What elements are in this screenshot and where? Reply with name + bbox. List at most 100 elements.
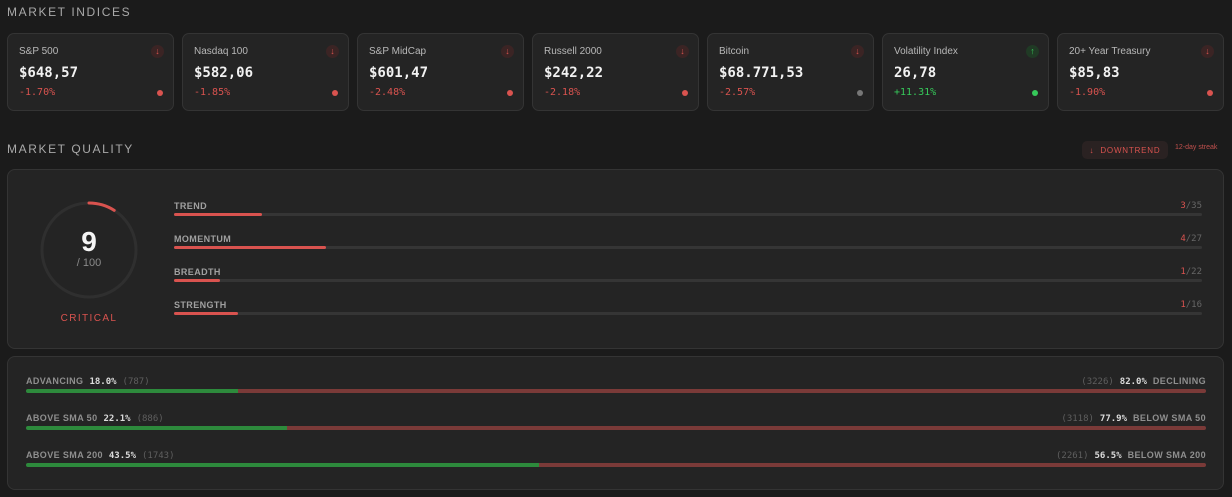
index-price: 26,78	[894, 65, 937, 81]
breadth-right-label: BELOW SMA 50	[1133, 413, 1206, 423]
index-change: -2.48%	[369, 87, 406, 98]
index-card[interactable]: Bitcoin ↓ $68.771,53 -2.57%	[707, 33, 874, 111]
breadth-left-label: ADVANCING	[26, 376, 84, 386]
metric-row: TREND 3/35	[174, 201, 1202, 221]
index-change: -2.57%	[719, 87, 756, 98]
index-change: -1.85%	[194, 87, 231, 98]
arrow-down-icon: ↓	[676, 45, 689, 58]
breadth-bar-positive	[26, 426, 287, 430]
breadth-right-label: BELOW SMA 200	[1127, 450, 1206, 460]
metric-row: STRENGTH 1/16	[174, 300, 1202, 320]
market-quality-title: MARKET QUALITY	[7, 142, 134, 156]
index-price: $68.771,53	[719, 65, 804, 81]
metric-max: /22	[1185, 267, 1202, 277]
index-name: Bitcoin	[719, 46, 750, 57]
index-price: $582,06	[194, 65, 254, 81]
metric-track	[174, 312, 1202, 315]
streak-label: 12-day streak	[1175, 144, 1218, 151]
metric-value: 4/27	[1180, 234, 1202, 244]
index-card[interactable]: Nasdaq 100 ↓ $582,06 -1.85%	[182, 33, 349, 111]
status-dot	[507, 90, 513, 96]
breadth-panel: ADVANCING 18.0% (787) (3226) 82.0% DECLINING A…	[7, 356, 1224, 490]
index-name: Nasdaq 100	[194, 46, 248, 57]
metric-max: /27	[1185, 234, 1202, 244]
market-indices-title: MARKET INDICES	[7, 5, 132, 19]
status-dot	[157, 90, 163, 96]
metric-track	[174, 279, 1202, 282]
trend-badge-label: DOWNTREND	[1100, 145, 1161, 155]
index-name: S&P 500	[19, 46, 59, 57]
breadth-right: (3226) 82.0% DECLINING	[1081, 376, 1206, 387]
index-name: 20+ Year Treasury	[1069, 46, 1151, 57]
metric-label: MOMENTUM	[174, 234, 232, 244]
breadth-right: (2261) 56.5% BELOW SMA 200	[1056, 450, 1206, 461]
index-price: $242,22	[544, 65, 604, 81]
breadth-bar-positive	[26, 389, 239, 393]
breadth-bar	[26, 426, 1206, 430]
breadth-left: ABOVE SMA 50 22.1% (886)	[26, 413, 164, 424]
breadth-left-count: (787)	[122, 377, 150, 387]
arrow-down-icon: ↓	[501, 45, 514, 58]
breadth-left-count: (886)	[136, 414, 164, 424]
index-change: -2.18%	[544, 87, 581, 98]
index-change: -1.90%	[1069, 87, 1106, 98]
status-dot	[857, 90, 863, 96]
arrow-down-icon: ↓	[1089, 145, 1095, 155]
index-name: S&P MidCap	[369, 46, 427, 57]
metric-track	[174, 213, 1202, 216]
metric-max: /16	[1185, 300, 1202, 310]
breadth-bar-positive	[26, 463, 540, 467]
breadth-right-count: (2261)	[1056, 451, 1089, 461]
index-card[interactable]: S&P 500 ↓ $648,57 -1.70%	[7, 33, 174, 111]
breadth-bar	[26, 389, 1206, 393]
breadth-row: ABOVE SMA 50 22.1% (886) (3118) 77.9% BELOW S…	[26, 413, 1206, 433]
index-card[interactable]: 20+ Year Treasury ↓ $85,83 -1.90%	[1057, 33, 1224, 111]
status-dot	[332, 90, 338, 96]
index-cards: S&P 500 ↓ $648,57 -1.70% Nasdaq 100 ↓ $582,06 -…	[7, 33, 1225, 111]
breadth-left-pct: 43.5%	[108, 451, 136, 461]
index-name: Russell 2000	[544, 46, 602, 57]
metric-fill	[174, 312, 239, 315]
breadth-right: (3118) 77.9% BELOW SMA 50	[1061, 413, 1206, 424]
breadth-left-label: ABOVE SMA 200	[26, 450, 103, 460]
breadth-right-count: (3118)	[1061, 414, 1094, 424]
score-value: 9	[81, 226, 97, 257]
index-change: -1.70%	[19, 87, 56, 98]
metric-label: BREADTH	[174, 267, 221, 277]
metric-value: 3/35	[1180, 201, 1202, 211]
index-card[interactable]: S&P MidCap ↓ $601,47 -2.48%	[357, 33, 524, 111]
quality-panel: 9 / 100 CRITICAL TREND 3/35 MOMENTUM 4/27 BR…	[7, 169, 1224, 349]
breadth-row: ABOVE SMA 200 43.5% (1743) (2261) 56.5% BELOW…	[26, 450, 1206, 470]
breadth-row: ADVANCING 18.0% (787) (3226) 82.0% DECLINING	[26, 376, 1206, 396]
breadth-left-count: (1743)	[141, 451, 175, 461]
metric-track	[174, 246, 1202, 249]
breadth-bar-negative	[539, 463, 1206, 467]
trend-badge: ↓ DOWNTREND	[1082, 141, 1168, 159]
metric-max: /35	[1185, 201, 1202, 211]
arrow-down-icon: ↓	[326, 45, 339, 58]
index-card[interactable]: Russell 2000 ↓ $242,22 -2.18%	[532, 33, 699, 111]
metric-value: 1/22	[1180, 267, 1202, 277]
arrow-down-icon: ↓	[151, 45, 164, 58]
index-change: +11.31%	[894, 87, 937, 98]
breadth-bar-negative	[238, 389, 1206, 393]
index-price: $601,47	[369, 65, 429, 81]
breadth-bar	[26, 463, 1206, 467]
metric-fill	[174, 213, 263, 216]
index-name: Volatility Index	[894, 46, 958, 57]
breadth-right-count: (3226)	[1081, 377, 1114, 387]
status-dot	[1032, 90, 1038, 96]
metric-label: TREND	[174, 201, 207, 211]
arrow-up-icon: ↑	[1026, 45, 1039, 58]
score-rating: CRITICAL	[60, 313, 118, 324]
metric-row: BREADTH 1/22	[174, 267, 1202, 287]
status-dot	[682, 90, 688, 96]
status-dot	[1207, 90, 1213, 96]
metric-row: MOMENTUM 4/27	[174, 234, 1202, 254]
score-max: / 100	[76, 257, 102, 269]
breadth-right-pct: 56.5%	[1094, 451, 1122, 461]
breadth-right-pct: 82.0%	[1119, 377, 1147, 387]
index-card[interactable]: Volatility Index ↑ 26,78 +11.31%	[882, 33, 1049, 111]
breadth-right-pct: 77.9%	[1099, 414, 1128, 424]
index-price: $648,57	[19, 65, 79, 81]
